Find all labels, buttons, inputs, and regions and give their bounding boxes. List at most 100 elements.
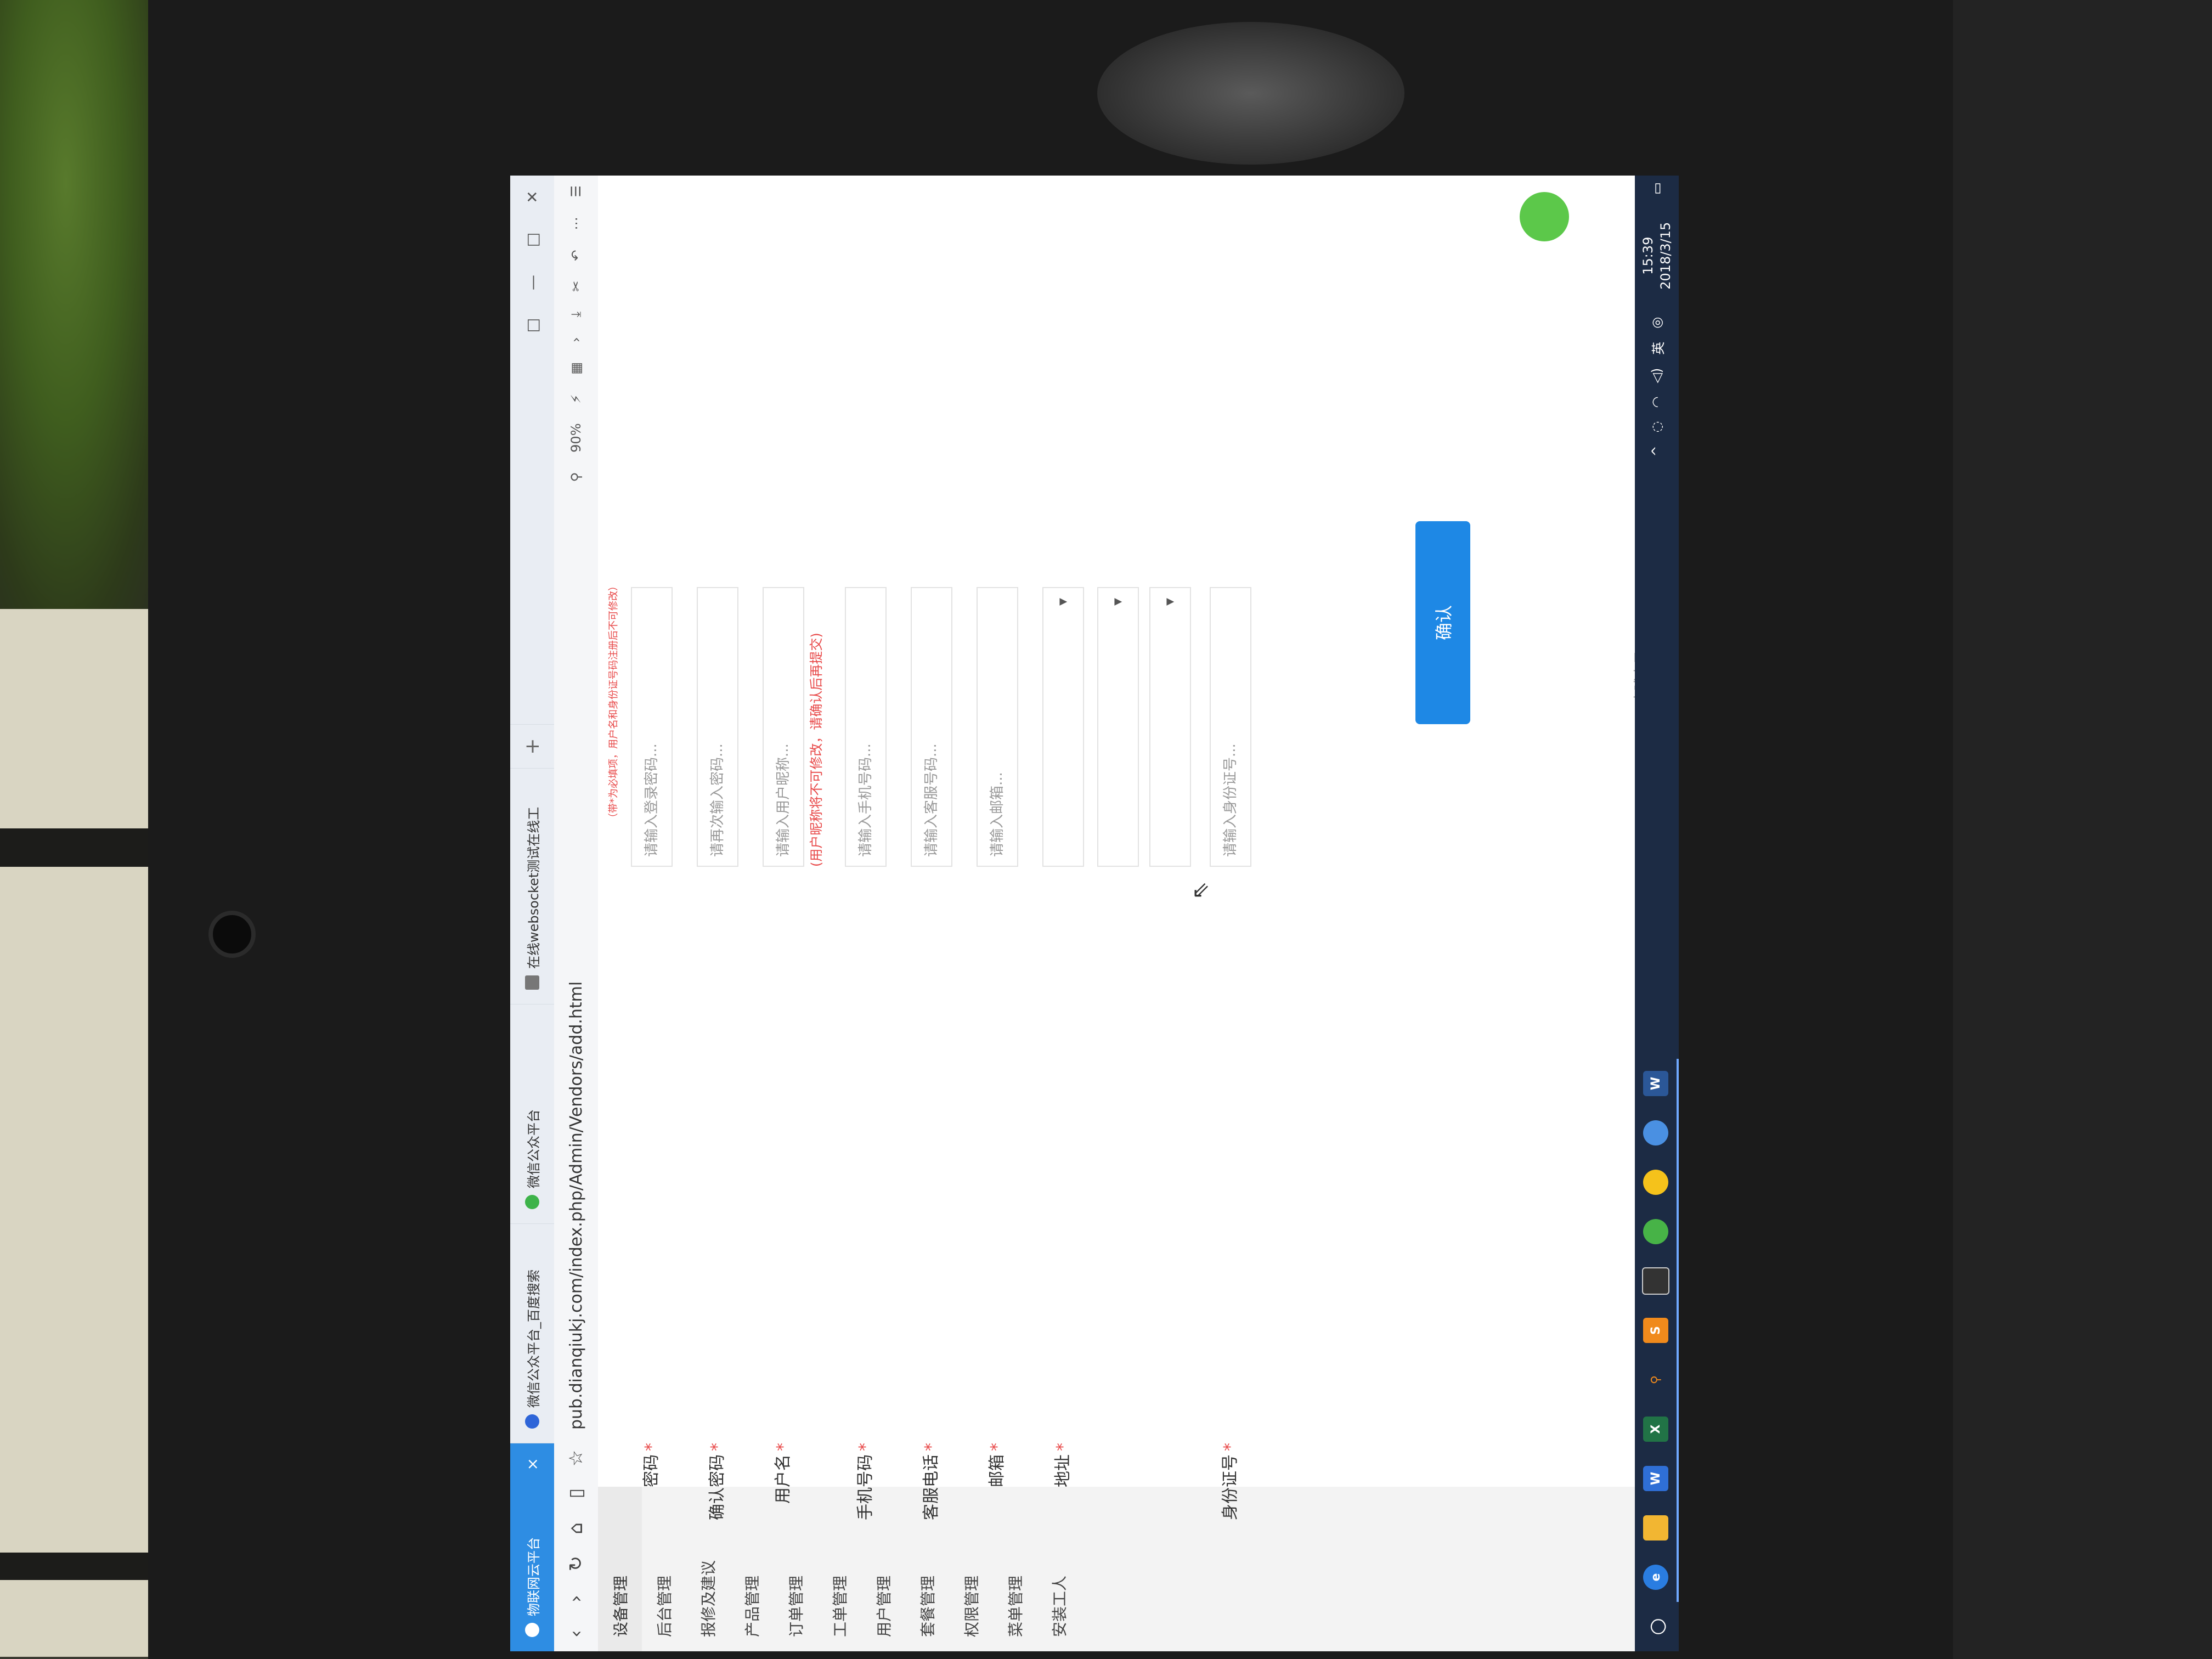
taskbar-app-wechat[interactable] (1635, 1207, 1679, 1256)
sidebar-item-devices[interactable]: 设备管理 (598, 1487, 642, 1651)
new-tab-button[interactable]: + (510, 724, 554, 768)
taskbar-app-sublime[interactable]: S (1635, 1306, 1679, 1355)
taskbar: ○ e W X ⚲ S W ^ ◌ ◠ ◁) 英 ◎ 15:39 2018/3/… (1635, 176, 1679, 1651)
grid-icon[interactable]: ▦ (568, 362, 584, 375)
tab-websocket-tool[interactable]: 在线websocket测试在线工 (510, 768, 554, 1004)
clock-time: 15:39 (1640, 236, 1656, 275)
taskbar-app-wps[interactable]: W (1635, 1454, 1679, 1503)
maximize-icon[interactable]: □ (510, 218, 554, 261)
close-icon[interactable]: × (523, 1458, 541, 1470)
field-label: 用户名 * (763, 1443, 804, 1504)
district-select[interactable]: ▼ (1149, 587, 1191, 867)
field-label: 客服电话 * (911, 1443, 952, 1520)
sidebar-item-permissions[interactable]: 权限管理 (949, 1487, 993, 1651)
label-text: 密码 (642, 1454, 661, 1487)
required-mark: * (774, 1443, 793, 1451)
search-icon: ⚲ (1649, 1375, 1663, 1385)
window-controls: □ — □ ✕ (510, 176, 554, 347)
tab-baidu-search[interactable]: 微信公众平台_百度搜索 (510, 1223, 554, 1443)
zoom-icon[interactable]: ⚲ (568, 472, 584, 482)
url-field[interactable]: pub.dianqiukj.com/index.php/Admin/Vendor… (567, 981, 586, 1430)
sidebar-toggle-icon[interactable]: ▯ (554, 1476, 598, 1511)
clock[interactable]: 15:39 2018/3/15 (1639, 216, 1674, 296)
taskbar-app-word[interactable]: W (1635, 1059, 1679, 1108)
back-icon[interactable]: ‹ (554, 1616, 598, 1651)
flash-icon[interactable]: ⚡ (568, 394, 584, 404)
taskbar-app-terminal[interactable] (1635, 1256, 1679, 1306)
chevron-up-icon[interactable]: ^ (1649, 445, 1664, 456)
form-row-service-phone: 客服电话 * 请输入客服号码... (911, 554, 952, 1520)
browser-icon: e (1643, 1565, 1668, 1590)
label-text: 确认密码 (708, 1454, 727, 1520)
window-frame (0, 828, 159, 867)
sublime-icon: S (1643, 1318, 1668, 1343)
screen-glare (1097, 22, 1404, 165)
taskbar-app-browser[interactable]: e (1635, 1553, 1679, 1602)
zoom-level: 90% (568, 423, 584, 453)
taskbar-app-files[interactable] (1635, 1503, 1679, 1553)
caret-down-icon: ▼ (1057, 598, 1069, 606)
address-tools: ⚲ 90% ⚡ ▦ › ⤓ ✂ ↶ ⋯ ☰ (568, 176, 584, 492)
form-row-address: 地址 * ▼ (1042, 554, 1084, 1487)
tab-label: 微信公众平台_百度搜索 (526, 1269, 541, 1408)
taskbar-app-browser2[interactable] (1635, 1108, 1679, 1158)
label-text: 手机号码 (856, 1454, 875, 1520)
star-icon[interactable]: ☆ (554, 1441, 598, 1476)
ime-language[interactable]: 英 (1647, 342, 1667, 355)
home-icon[interactable]: ⌂ (554, 1511, 598, 1546)
volume-icon[interactable]: ◁) (1649, 368, 1664, 383)
taskbar-app-excel[interactable]: X (1635, 1404, 1679, 1454)
form-row-phone: 手机号码 * 请输入手机号码... (845, 554, 887, 1520)
site-icon (525, 1623, 539, 1637)
username-input[interactable]: 请输入用户昵称... (763, 587, 804, 867)
sidebar-item-orders[interactable]: 订单管理 (774, 1487, 817, 1651)
menu-icon[interactable]: ☰ (568, 185, 584, 198)
sidebar-item-admin[interactable]: 后台管理 (642, 1487, 686, 1651)
wifi-icon[interactable]: ◠ (1649, 397, 1664, 408)
clock-date: 2018/3/15 (1658, 222, 1673, 290)
scissors-icon[interactable]: ✂ (568, 281, 584, 292)
address-bar: ‹ › ↻ ⌂ ▯ ☆ pub.dianqiukj.com/index.php/… (554, 176, 599, 1651)
restore-icon[interactable]: □ (510, 304, 554, 347)
service-phone-input[interactable]: 请输入客服号码... (911, 587, 952, 867)
close-window-icon[interactable]: ✕ (510, 176, 554, 218)
taskbar-app-search[interactable]: ⚲ (1635, 1355, 1679, 1404)
required-mark: * (1221, 1443, 1240, 1451)
sidebar-item-menus[interactable]: 菜单管理 (993, 1487, 1037, 1651)
id-number-input[interactable]: 请输入身份证号... (1210, 587, 1251, 867)
more-icon[interactable]: ⋯ (568, 217, 584, 230)
confirm-password-input[interactable]: 请再次输入密码... (697, 587, 738, 867)
system-tray: ^ ◌ ◠ ◁) 英 ◎ 15:39 2018/3/15 ▭ (1639, 176, 1674, 464)
network-icon[interactable]: ◌ (1649, 421, 1664, 432)
taskbar-app-qq[interactable] (1635, 1158, 1679, 1207)
label-text: 邮箱 (988, 1454, 1007, 1487)
tab-wechat-platform[interactable]: 微信公众平台 (510, 1004, 554, 1223)
floating-badge-icon[interactable] (1520, 192, 1569, 241)
minimize-icon[interactable]: — (510, 261, 554, 304)
password-input[interactable]: 请输入登录密码... (631, 587, 673, 867)
sidebar: 设备管理 后台管理 报修及建议 产品管理 订单管理 工单管理 用户管理 套餐管理… (598, 1487, 1679, 1651)
province-select[interactable]: ▼ (1042, 587, 1084, 867)
forward-icon[interactable]: › (554, 1581, 598, 1616)
label-text: 地址 (1053, 1454, 1073, 1487)
phone-input[interactable]: 请输入手机号码... (845, 587, 887, 867)
confirm-button[interactable]: 确认 (1415, 521, 1470, 724)
required-mark: * (708, 1443, 727, 1451)
label-text: 用户名 (774, 1454, 793, 1504)
globe-icon (1643, 1120, 1668, 1146)
form-row-password: 密码 * 请输入登录密码... (631, 554, 673, 1487)
download-icon[interactable]: ⤓ (568, 312, 584, 318)
refresh-icon[interactable]: ↻ (554, 1546, 598, 1581)
start-icon[interactable]: ○ (1635, 1602, 1679, 1651)
email-input[interactable]: 请输入邮箱... (977, 587, 1018, 867)
chevron-right-icon[interactable]: › (568, 337, 584, 342)
background-window (0, 603, 148, 1657)
form-row-email: 邮箱 * 请输入邮箱... (977, 554, 1018, 1487)
word-icon: W (1643, 1466, 1668, 1491)
city-select[interactable]: ▼ (1097, 587, 1139, 867)
ime-icon[interactable]: ◎ (1649, 317, 1664, 329)
tab-iot-platform[interactable]: 物联网云平台 × (510, 1443, 554, 1651)
notification-icon[interactable]: ▭ (1649, 182, 1664, 195)
undo-icon[interactable]: ↶ (568, 250, 584, 261)
sidebar-item-installers[interactable]: 安装工人 (1037, 1487, 1081, 1651)
